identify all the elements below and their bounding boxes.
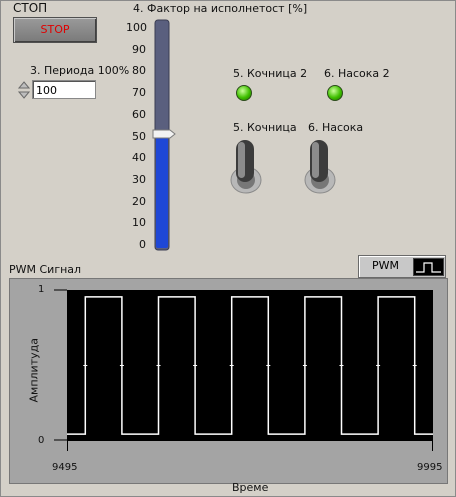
stop-label: СТОП — [13, 1, 48, 15]
slider-tick-label: 30 — [132, 172, 146, 186]
slider-tick-label: 0 — [139, 238, 146, 251]
led-label-direction: 6. Насока 2 — [324, 67, 390, 80]
x-tick-label: 9995 — [417, 462, 443, 473]
stop-button-text: STOP — [40, 23, 70, 36]
legend-series-name: PWM — [372, 259, 400, 272]
slider-tick-label: 90 — [132, 42, 146, 56]
slider-thumb[interactable] — [152, 129, 176, 139]
slider-tick-label: 70 — [132, 86, 146, 100]
brake-led — [236, 85, 252, 101]
y-tick-label: 0 — [38, 435, 45, 446]
legend-line-icon — [413, 258, 444, 276]
duty-cycle-slider[interactable] — [150, 16, 176, 252]
slider-tick-label: 100 — [126, 21, 147, 34]
switch-label-brake: 5. Кочница — [233, 121, 297, 134]
slider-fill — [156, 134, 168, 248]
slider-tick-label: 60 — [132, 107, 146, 121]
slider-tick-label: 10 — [132, 216, 146, 230]
plot-legend[interactable]: PWM — [358, 255, 446, 278]
stop-button[interactable]: STOP — [13, 17, 97, 43]
brake-toggle-switch[interactable] — [228, 137, 264, 195]
slider-tick-label: 80 — [132, 64, 146, 78]
slider-label: 4. Фактор на исполнетост [%] — [133, 2, 308, 15]
direction-led — [327, 85, 343, 101]
y-tick-label: 1 — [38, 284, 45, 295]
increment-decrement-icon[interactable] — [18, 81, 30, 99]
graph-title: PWM Сигнал — [9, 263, 82, 276]
x-axis-ticks — [67, 441, 433, 451]
y-axis-label: Амплитуда — [27, 338, 41, 403]
y-axis-ticks — [54, 289, 67, 441]
direction-toggle-switch[interactable] — [302, 137, 338, 195]
slider-tick-label: 40 — [132, 151, 146, 165]
slider-tick-label: 50 — [132, 129, 146, 143]
x-tick-label: 9495 — [52, 462, 78, 473]
plot-area — [67, 290, 433, 441]
switch-label-direction: 6. Насока — [308, 121, 364, 134]
led-label-brake: 5. Кочница 2 — [233, 67, 308, 80]
period-numeric-control: 100 — [18, 80, 96, 99]
slider-tick-label: 20 — [132, 194, 146, 208]
period-input[interactable]: 100 — [32, 80, 96, 99]
period-label: 3. Периода 100% — [30, 64, 130, 77]
x-axis-label: Време — [232, 481, 269, 494]
